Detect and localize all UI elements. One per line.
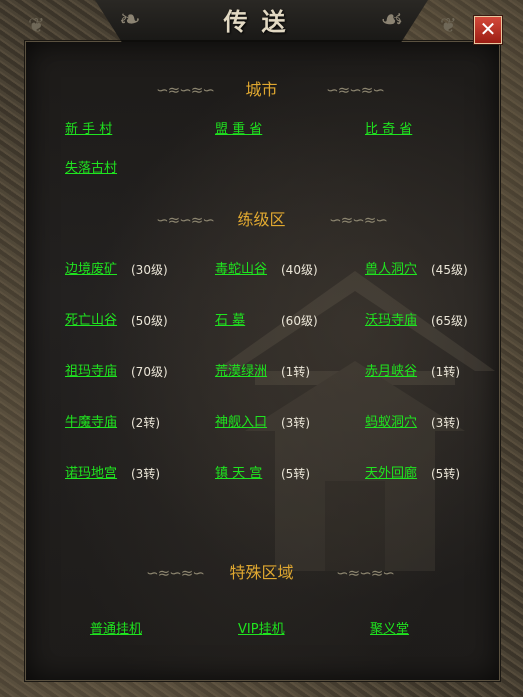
training-link[interactable]: 赤月峡谷 <box>365 363 417 381</box>
training-level: (5转) <box>281 467 310 481</box>
section-special-title: 特殊区域 <box>229 563 294 582</box>
training-link[interactable]: 边境废矿 <box>65 261 117 279</box>
training-level: (45级) <box>431 263 468 277</box>
city-link-biqi[interactable]: 比 奇 省 <box>365 121 412 139</box>
ornament-left-icon: ∽≈∽≈∽ <box>156 81 215 99</box>
section-city-title: 城市 <box>245 80 278 99</box>
training-link[interactable]: 兽人洞穴 <box>365 261 417 279</box>
training-link[interactable]: 沃玛寺庙 <box>365 312 417 330</box>
training-level: (3转) <box>431 416 460 430</box>
training-level: (5转) <box>431 467 460 481</box>
training-link[interactable]: 诺玛地宫 <box>65 465 117 483</box>
special-link-normal-idle[interactable]: 普通挂机 <box>90 621 142 639</box>
training-level: (1转) <box>281 365 310 379</box>
section-training-header: ∽≈∽≈∽ 练级区 ∽≈∽≈∽ <box>0 209 523 231</box>
training-link[interactable]: 镇 天 宫 <box>215 465 262 483</box>
section-city-header: ∽≈∽≈∽ 城市 ∽≈∽≈∽ <box>0 79 523 101</box>
ornament-left-icon: ∽≈∽≈∽ <box>146 564 205 582</box>
training-link[interactable]: 毒蛇山谷 <box>215 261 267 279</box>
city-link-mengzhong[interactable]: 盟 重 省 <box>215 121 262 139</box>
training-link[interactable]: 死亡山谷 <box>65 312 117 330</box>
training-level: (65级) <box>431 314 468 328</box>
close-button[interactable]: ✕ <box>474 16 502 44</box>
city-link-newbie-village[interactable]: 新 手 村 <box>65 121 112 139</box>
special-link-vip-idle[interactable]: VIP挂机 <box>238 621 285 639</box>
special-link-juyi-hall[interactable]: 聚义堂 <box>370 621 409 639</box>
training-level: (60级) <box>281 314 318 328</box>
section-special-header: ∽≈∽≈∽ 特殊区域 ∽≈∽≈∽ <box>0 562 523 584</box>
training-level: (40级) <box>281 263 318 277</box>
training-link[interactable]: 神舰入口 <box>215 414 267 432</box>
training-link[interactable]: 石 墓 <box>215 312 245 330</box>
training-level: (70级) <box>131 365 168 379</box>
training-link[interactable]: 荒漠绿洲 <box>215 363 267 381</box>
training-level: (1转) <box>431 365 460 379</box>
training-link[interactable]: 牛魔寺庙 <box>65 414 117 432</box>
close-icon: ✕ <box>479 17 497 41</box>
ornament-left-icon: ∽≈∽≈∽ <box>156 211 215 229</box>
city-link-lost-village[interactable]: 失落古村 <box>65 160 117 178</box>
training-level: (3转) <box>281 416 310 430</box>
training-level: (3转) <box>131 467 160 481</box>
ornament-right-icon: ∽≈∽≈∽ <box>336 564 395 582</box>
training-level: (30级) <box>131 263 168 277</box>
ornament-right-icon: ∽≈∽≈∽ <box>329 211 388 229</box>
training-level: (2转) <box>131 416 160 430</box>
section-training-title: 练级区 <box>237 210 286 229</box>
ornament-right-icon: ∽≈∽≈∽ <box>326 81 385 99</box>
training-level: (50级) <box>131 314 168 328</box>
training-link[interactable]: 天外回廊 <box>365 465 417 483</box>
training-link[interactable]: 蚂蚁洞穴 <box>365 414 417 432</box>
training-link[interactable]: 祖玛寺庙 <box>65 363 117 381</box>
